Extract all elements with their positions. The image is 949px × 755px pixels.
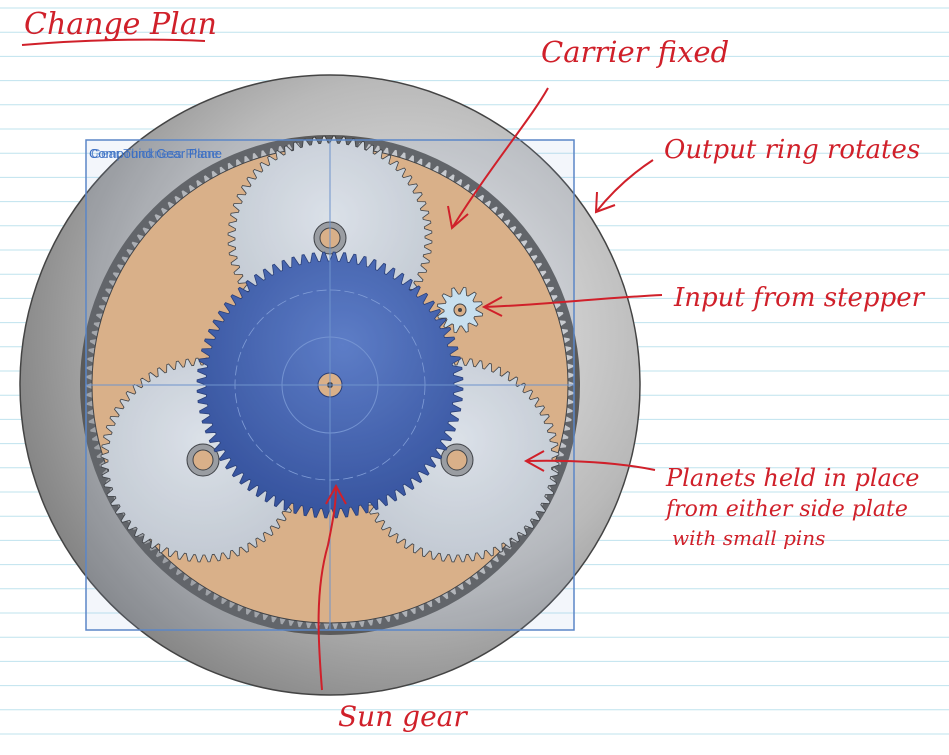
carrier-fixed-note: Carrier fixed [541,35,729,69]
notebook-page: Compound Gear Plane Gear Thickness Plane… [0,7,949,735]
planets-note-line-2: from either side plate [664,497,908,522]
output-ring-note: Output ring rotates [664,135,920,165]
page-title: Change Plan [24,7,217,42]
input-stepper-note: Input from stepper [673,283,926,313]
cad-plane-label-2: Gear Thickness Plane [91,146,219,161]
sun-gear-note: Sun gear [338,700,468,733]
ring-arrow [595,159,654,213]
planets-note-line-3: with small pins [672,526,825,550]
cad-plane-overlay: Compound Gear Plane Gear Thickness Plane [85,139,575,631]
planets-note-line-1: Planets held in place [665,464,919,492]
